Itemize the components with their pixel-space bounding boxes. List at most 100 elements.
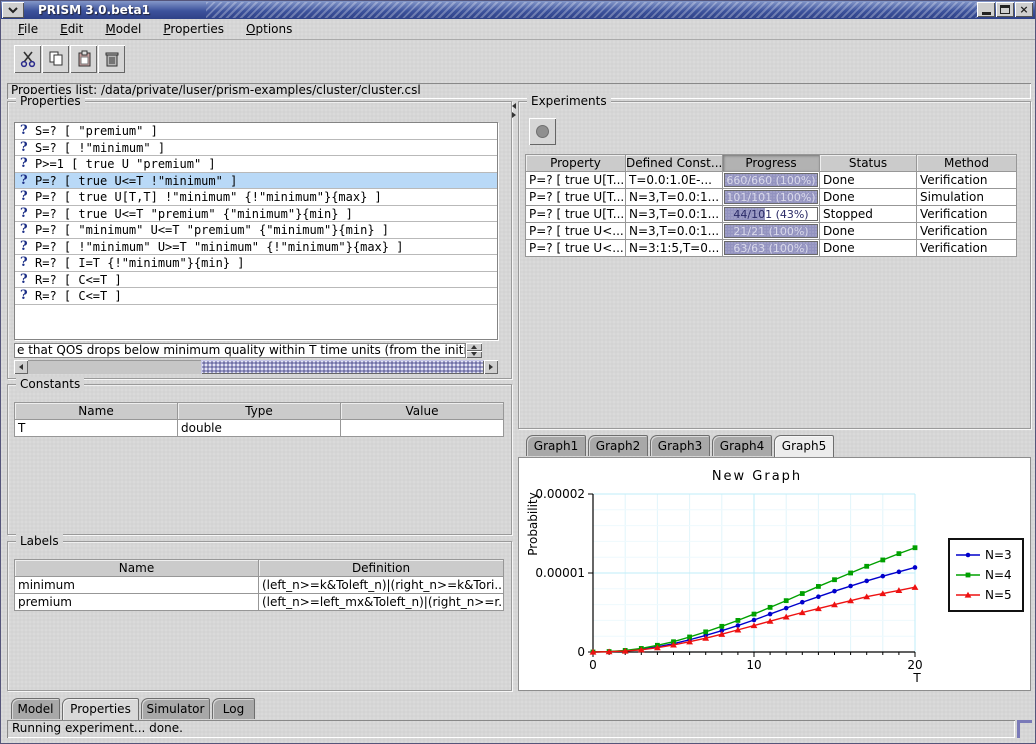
table-cell[interactable]: Verification <box>917 172 1017 189</box>
minimize-button[interactable] <box>977 2 995 17</box>
property-row[interactable]: ?S=? [ "premium" ] <box>15 123 497 140</box>
collapse-right-icon[interactable] <box>512 112 516 118</box>
tab-graph3[interactable]: Graph3 <box>650 435 710 456</box>
trash-icon <box>103 50 121 68</box>
table-cell[interactable]: N=3:1:5,T=0... <box>626 240 723 257</box>
column-header[interactable]: Name <box>15 403 178 420</box>
table-cell[interactable]: Simulation <box>917 189 1017 206</box>
tab-log[interactable]: Log <box>212 698 255 719</box>
table-cell[interactable]: Done <box>820 172 917 189</box>
table-cell[interactable]: double <box>178 420 341 437</box>
maximize-icon <box>1000 5 1010 14</box>
comment-spinner[interactable] <box>466 343 482 358</box>
chart-axes <box>588 494 915 657</box>
column-header[interactable]: Definition <box>259 560 504 577</box>
column-header[interactable]: Method <box>917 155 1017 172</box>
property-row[interactable]: ?R=? [ C<=T ] <box>15 272 497 289</box>
property-row[interactable]: ?P>=1 [ true U "premium" ] <box>15 156 497 173</box>
table-cell[interactable]: Verification <box>917 223 1017 240</box>
status-bar: Running experiment... done. <box>7 720 1015 738</box>
table-cell[interactable]: Done <box>820 223 917 240</box>
delete-button[interactable] <box>98 45 125 73</box>
scrollbar-track[interactable] <box>28 360 484 374</box>
table-cell[interactable]: (left_n>=left_mx&Toleft_n)|(right_n>=r..… <box>259 594 504 611</box>
property-text: R=? [ I=T {!"minimum"}{min} ] <box>35 256 245 270</box>
title-bar[interactable]: PRISM 3.0.beta1 × <box>1 1 1035 19</box>
column-header[interactable]: Defined Const... <box>626 155 723 172</box>
tab-model[interactable]: Model <box>11 698 60 719</box>
menu-edit[interactable]: Edit <box>51 20 92 38</box>
table-cell[interactable]: N=3,T=0.0:1... <box>626 223 723 240</box>
table-cell[interactable]: minimum <box>15 577 259 594</box>
table-cell[interactable]: P=? [ true U[T... <box>526 189 626 206</box>
column-header[interactable]: Type <box>178 403 341 420</box>
chart-xlabel: T <box>912 671 921 685</box>
collapse-left-icon[interactable] <box>512 103 516 109</box>
menu-file[interactable]: File <box>9 20 47 38</box>
table-cell[interactable]: premium <box>15 594 259 611</box>
table-cell[interactable]: P=? [ true U<... <box>526 223 626 240</box>
column-header[interactable]: Progress <box>723 155 820 172</box>
table-cell[interactable]: P=? [ true U[T... <box>526 206 626 223</box>
column-header[interactable]: Value <box>341 403 504 420</box>
tab-graph4[interactable]: Graph4 <box>712 435 772 456</box>
cut-button[interactable] <box>14 45 41 73</box>
property-row[interactable]: ?P=? [ true U[T,T] !"minimum" {!"minimum… <box>15 189 497 206</box>
property-row[interactable]: ?R=? [ I=T {!"minimum"}{min} ] <box>15 255 497 272</box>
property-row[interactable]: ?P=? [ !"minimum" U>=T "minimum" {!"mini… <box>15 239 497 256</box>
property-text: P=? [ true U[T,T] !"minimum" {!"minimum"… <box>35 190 382 204</box>
property-row[interactable]: ?P=? [ true U<=T "premium" {"minimum"}{m… <box>15 206 497 223</box>
menu-options[interactable]: Options <box>237 20 301 38</box>
table-cell[interactable]: (left_n>=k&Toleft_n)|(right_n>=k&Tori... <box>259 577 504 594</box>
scrollbar-thumb[interactable] <box>201 360 484 374</box>
tab-graph5[interactable]: Graph5 <box>774 435 834 457</box>
tab-graph1[interactable]: Graph1 <box>526 435 586 456</box>
table-cell[interactable]: Verification <box>917 240 1017 257</box>
property-comment-field[interactable]: e that QOS drops below minimum quality w… <box>14 343 466 358</box>
copy-button[interactable] <box>42 45 69 73</box>
window-menu-button[interactable] <box>2 2 24 18</box>
window-title: PRISM 3.0.beta1 <box>38 3 150 17</box>
properties-list[interactable]: ?S=? [ "premium" ] ?S=? [ !"minimum" ] ?… <box>14 122 498 340</box>
progress-text: 660/660 (100%) <box>725 174 817 186</box>
scroll-right-button[interactable] <box>484 360 498 374</box>
stop-experiment-button[interactable] <box>529 118 556 145</box>
up-arrow-icon <box>471 345 477 349</box>
tab-properties[interactable]: Properties <box>62 698 139 720</box>
table-cell[interactable]: Verification <box>917 206 1017 223</box>
property-row[interactable]: ?S=? [ !"minimum" ] <box>15 140 497 157</box>
table-cell[interactable]: T=0.0:1.0E-... <box>626 172 723 189</box>
tab-simulator[interactable]: Simulator <box>141 698 210 719</box>
column-header[interactable]: Status <box>820 155 917 172</box>
properties-horizontal-scrollbar[interactable] <box>14 360 498 374</box>
spinner-up-button[interactable] <box>466 343 482 351</box>
property-row[interactable]: ?P=? [ "minimum" U<=T "premium" {"minimu… <box>15 222 497 239</box>
table-cell[interactable]: N=3,T=0.0:1... <box>626 206 723 223</box>
split-divider[interactable] <box>511 101 518 691</box>
menu-model[interactable]: Model <box>96 20 150 38</box>
resize-grip[interactable] <box>1017 720 1032 738</box>
menu-properties[interactable]: Properties <box>154 20 233 38</box>
property-row-selected[interactable]: ?P=? [ true U<=T !"minimum" ] <box>15 173 497 190</box>
table-cell[interactable]: Stopped <box>820 206 917 223</box>
spinner-down-button[interactable] <box>466 351 482 359</box>
paste-button[interactable] <box>70 45 97 73</box>
table-cell[interactable]: P=? [ true U<... <box>526 240 626 257</box>
scroll-left-button[interactable] <box>14 360 28 374</box>
table-cell[interactable]: Done <box>820 240 917 257</box>
constants-group-title: Constants <box>16 377 84 391</box>
column-header[interactable]: Property <box>526 155 626 172</box>
table-cell[interactable]: Done <box>820 189 917 206</box>
tab-graph2[interactable]: Graph2 <box>588 435 648 456</box>
properties-group-title: Properties <box>16 94 85 108</box>
chart-ylabel: Probability <box>526 492 540 555</box>
table-cell[interactable] <box>341 420 504 437</box>
property-row[interactable]: ?R=? [ C<=T ] <box>15 288 497 305</box>
table-cell[interactable]: N=3,T=0.0:1... <box>626 189 723 206</box>
legend-item: N=3 <box>954 545 1018 565</box>
close-button[interactable]: × <box>1015 2 1033 17</box>
maximize-button[interactable] <box>996 2 1014 17</box>
table-cell[interactable]: P=? [ true U[T... <box>526 172 626 189</box>
table-cell[interactable]: T <box>15 420 178 437</box>
column-header[interactable]: Name <box>15 560 259 577</box>
